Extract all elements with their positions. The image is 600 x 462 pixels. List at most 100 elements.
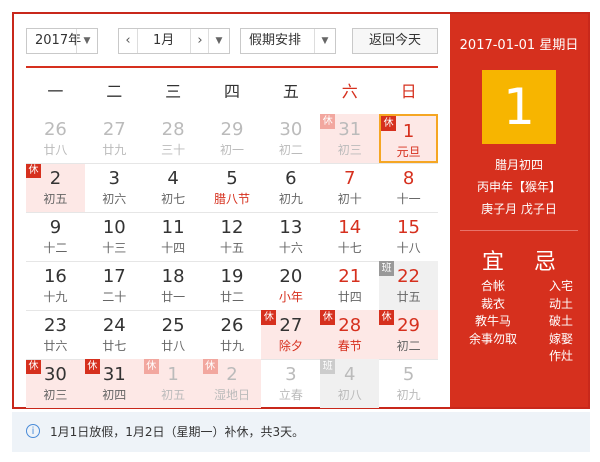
day-cell[interactable]: 29 初一 bbox=[203, 114, 262, 163]
day-number: 1 bbox=[402, 121, 415, 142]
day-cell[interactable]: 4 初七 bbox=[144, 163, 203, 212]
day-number: 9 bbox=[49, 217, 62, 238]
lunar-label: 湿地日 bbox=[213, 388, 250, 402]
lunar-label: 立春 bbox=[278, 388, 303, 402]
day-cell[interactable]: 休 31 初三 bbox=[320, 114, 380, 163]
lunar-label: 廿四 bbox=[337, 290, 362, 304]
day-cell[interactable]: 18 廿一 bbox=[144, 261, 203, 310]
day-number: 12 bbox=[220, 217, 244, 238]
ji-item: 作灶 bbox=[548, 349, 573, 363]
day-cell[interactable]: 20 小年 bbox=[261, 261, 320, 310]
day-number: 5 bbox=[226, 168, 238, 189]
lunar-label: 十三 bbox=[102, 241, 127, 255]
day-cell[interactable]: 26 廿九 bbox=[203, 310, 262, 359]
day-cell[interactable]: 27 廿九 bbox=[85, 114, 144, 163]
day-number: 7 bbox=[343, 168, 356, 189]
lunar-label: 初一 bbox=[219, 143, 244, 157]
day-number: 29 bbox=[397, 315, 421, 336]
day-cell[interactable]: 休 2 湿地日 bbox=[202, 359, 262, 408]
day-number: 2 bbox=[226, 364, 238, 385]
day-cell[interactable]: 休 28 春节 bbox=[320, 310, 380, 359]
day-cell[interactable]: 11 十四 bbox=[144, 212, 203, 261]
year-select-value: 2017年 bbox=[35, 33, 82, 48]
next-month-icon[interactable]: › bbox=[190, 29, 209, 53]
day-cell[interactable]: 休 27 除夕 bbox=[261, 310, 321, 359]
year-select[interactable]: 2017年 ▼ bbox=[26, 28, 98, 54]
lunar-label: 元旦 bbox=[396, 145, 421, 159]
day-cell[interactable]: 17 二十 bbox=[85, 261, 144, 310]
day-cell[interactable]: 10 十三 bbox=[85, 212, 144, 261]
year-ganzhi: 丙申年【猴年】 bbox=[476, 180, 561, 194]
day-cell[interactable]: 24 廿七 bbox=[85, 310, 144, 359]
lunar-label: 廿八 bbox=[161, 339, 186, 353]
lunar-label: 十五 bbox=[219, 241, 244, 255]
lunar-label: 春节 bbox=[337, 339, 362, 353]
day-cell[interactable]: 28 三十 bbox=[144, 114, 203, 163]
lunar-label: 初九 bbox=[278, 192, 303, 206]
day-cell[interactable]: 休 29 初二 bbox=[379, 310, 438, 359]
day-cell[interactable]: 班 4 初八 bbox=[320, 359, 380, 408]
day-cell[interactable]: 3 初六 bbox=[85, 163, 144, 212]
lunar-label: 初四 bbox=[102, 388, 127, 402]
day-cell[interactable]: 9 十二 bbox=[26, 212, 85, 261]
month-select-value: 1月 bbox=[153, 33, 175, 48]
day-number: 25 bbox=[161, 315, 185, 336]
yi-item: 合帐 bbox=[480, 279, 505, 293]
day-cell[interactable]: 3 立春 bbox=[261, 359, 320, 408]
lunar-label: 廿六 bbox=[43, 339, 68, 353]
lunar-label: 廿七 bbox=[102, 339, 127, 353]
day-cell[interactable]: 班 22 廿五 bbox=[379, 261, 438, 310]
big-day-number: 1 bbox=[482, 70, 556, 144]
day-cell[interactable]: 休 31 初四 bbox=[84, 359, 144, 408]
day-cell[interactable]: 25 廿八 bbox=[144, 310, 203, 359]
day-number: 28 bbox=[338, 315, 362, 336]
day-number: 1 bbox=[167, 364, 179, 385]
lunar-label: 十四 bbox=[161, 241, 186, 255]
day-cell[interactable]: 休 1 元旦 bbox=[379, 114, 438, 163]
day-number: 27 bbox=[279, 315, 303, 336]
day-number: 22 bbox=[397, 266, 421, 287]
day-cell[interactable]: 5 腊八节 bbox=[203, 163, 262, 212]
day-cell[interactable]: 休 2 初五 bbox=[26, 163, 85, 212]
day-cell[interactable]: 7 初十 bbox=[320, 163, 379, 212]
ji-list: 入宅 动土 破土 嫁娶 作灶 bbox=[526, 278, 596, 366]
day-cell[interactable]: 23 廿六 bbox=[26, 310, 85, 359]
lunar-label: 腊八节 bbox=[213, 192, 250, 206]
day-number: 2 bbox=[49, 168, 62, 189]
holiday-note-bar: i 1月1日放假，1月2日（星期一）补休，共3天。 bbox=[12, 412, 590, 452]
holiday-select[interactable]: 假期安排 ▼ bbox=[240, 28, 336, 54]
day-number: 3 bbox=[108, 168, 120, 189]
day-cell[interactable]: 6 初九 bbox=[261, 163, 320, 212]
day-number: 30 bbox=[279, 119, 303, 140]
day-detail-panel: 2017-01-01 星期日 1 腊月初四 丙申年【猴年】 庚子月 戊子日 宜 … bbox=[450, 14, 588, 407]
day-cell[interactable]: 21 廿四 bbox=[320, 261, 379, 310]
lunar-label: 廿九 bbox=[219, 339, 244, 353]
calendar-main: 2017年 ▼ ‹ 1月 › ▼ 假期安排 ▼ 返回今天 一二三四五六日 26 廿… bbox=[14, 14, 450, 408]
day-cell[interactable]: 26 廿八 bbox=[26, 114, 85, 163]
day-cell[interactable]: 休 1 初五 bbox=[143, 359, 203, 408]
day-cell[interactable]: 8 十一 bbox=[379, 163, 438, 212]
day-number: 17 bbox=[102, 266, 126, 287]
day-cell[interactable]: 14 十七 bbox=[320, 212, 379, 261]
chevron-down-icon: ▼ bbox=[76, 29, 97, 53]
day-number: 6 bbox=[285, 168, 297, 189]
day-cell[interactable]: 13 十六 bbox=[261, 212, 320, 261]
lunar-label: 除夕 bbox=[278, 339, 303, 353]
day-cell[interactable]: 30 初二 bbox=[261, 114, 320, 163]
day-number: 31 bbox=[102, 364, 126, 385]
prev-month-icon[interactable]: ‹ bbox=[119, 29, 138, 53]
day-cell[interactable]: 16 十九 bbox=[26, 261, 85, 310]
month-select[interactable]: ‹ 1月 › ▼ bbox=[118, 28, 230, 54]
day-number: 5 bbox=[402, 364, 415, 385]
lunar-label: 小年 bbox=[278, 290, 303, 304]
day-cell[interactable]: 19 廿二 bbox=[203, 261, 262, 310]
return-today-button[interactable]: 返回今天 bbox=[352, 28, 438, 54]
day-cell[interactable]: 15 十八 bbox=[379, 212, 438, 261]
day-cell[interactable]: 休 30 初三 bbox=[26, 359, 85, 408]
lunar-date: 腊月初四 bbox=[494, 158, 543, 172]
day-cell[interactable]: 12 十五 bbox=[203, 212, 262, 261]
day-cell[interactable]: 5 初九 bbox=[379, 359, 438, 408]
ji-item: 破土 bbox=[548, 314, 573, 328]
day-number: 31 bbox=[338, 119, 362, 140]
lunar-label: 初十 bbox=[337, 192, 362, 206]
